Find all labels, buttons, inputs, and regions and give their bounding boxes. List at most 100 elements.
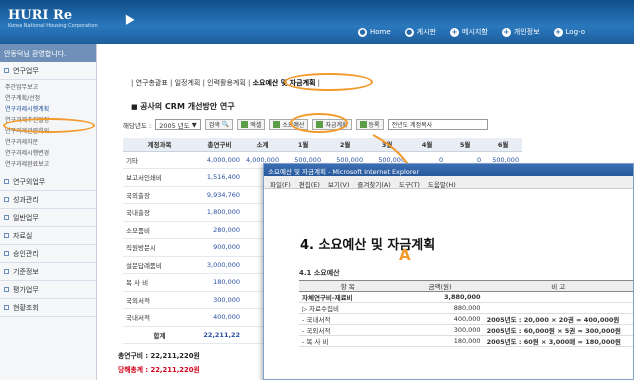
popup-column-header: 항 목	[299, 280, 397, 292]
popup-menu-item[interactable]: 파일(F)	[270, 179, 291, 189]
sidebar-item-3[interactable]: 일반업무	[0, 209, 96, 227]
square-bullet-icon	[4, 305, 9, 310]
popup-menu-item[interactable]: 편집(E)	[299, 179, 320, 189]
top-header: HURI Re Korea National Housing Corporati…	[0, 0, 634, 44]
table-cell[interactable]: 400,000	[196, 308, 243, 327]
popup-menu-item[interactable]: 즐겨찾기(A)	[357, 179, 390, 189]
table-cell[interactable]: 9,934,760	[196, 186, 243, 204]
excel-button[interactable]: 엑셀	[237, 119, 266, 130]
square-bullet-icon	[4, 251, 9, 256]
popup-subheading: 4.1 소요예산	[299, 269, 340, 277]
table-cell: 직원방문시	[123, 238, 196, 257]
nav-item-4[interactable]: + Log-o	[553, 27, 585, 37]
huri-logo[interactable]: HURI Re Korea National Housing Corporati…	[8, 8, 98, 29]
sidebar-item-label: 일반업무	[13, 213, 39, 222]
sidebar-item-label: 기준정보	[13, 267, 39, 276]
popup-table-cell	[483, 291, 633, 303]
popup-menu-item[interactable]: 도움말(H)	[428, 179, 456, 189]
popup-table-cell: 400,000	[396, 313, 484, 325]
square-bullet-icon	[4, 287, 9, 292]
sidebar-item-7[interactable]: 평가업무	[0, 281, 96, 299]
popup-table-cell: ▷ 자료수집비	[299, 302, 397, 314]
popup-column-header: 비 고	[483, 280, 633, 292]
popup-table-header: 항 목 금액(원) 비 고	[299, 280, 633, 292]
sidebar-subitem[interactable]: 연구과제완료보고	[5, 159, 96, 170]
search-button-label: 검색	[208, 122, 220, 129]
sidebar-item-8[interactable]: 현황조회	[0, 299, 96, 317]
excel-icon	[241, 121, 249, 128]
tab-list[interactable]: | 연구총괄표 | 일정계획 | 인력활용계획 |	[131, 79, 253, 87]
column-header: 계정과목	[123, 138, 196, 152]
popup-budget-table: 항 목 금액(원) 비 고 자체연구비-재료비 3,880,000 ▷ 자료수집비 880,…	[299, 280, 633, 347]
sidebar-menu: 연구업무 주간업무보고 연구계획/선정 연구과제시행계획 연구과제추진일정 연구과제관련회…	[0, 62, 96, 317]
table-cell[interactable]: 300,000	[196, 291, 243, 309]
column-header: 6월	[484, 138, 523, 152]
table-cell: 국외출장	[123, 186, 196, 204]
column-header: 1월	[282, 138, 325, 152]
square-bullet-icon	[4, 197, 9, 202]
sidebar-item-label: 평가업무	[13, 285, 39, 294]
table-cell[interactable]: 1,516,400	[196, 168, 243, 187]
table-cell: 기타	[123, 151, 196, 169]
table-cell: 국내출장	[123, 203, 196, 222]
sidebar-item-1[interactable]: 연구외업무	[0, 173, 96, 191]
year-select[interactable]: 2005 년도 ▼	[155, 119, 201, 130]
sidebar-subitem[interactable]: 주간업무보고	[5, 82, 96, 93]
column-header: 소계	[243, 138, 283, 152]
table-cell[interactable]: 22,211,22	[196, 326, 243, 344]
popup-table-cell: 180,000	[396, 335, 484, 347]
table-cell[interactable]: 900,000	[196, 238, 243, 257]
sidebar-item-5[interactable]: 승인관리	[0, 245, 96, 263]
register-button[interactable]: 등록	[355, 119, 384, 130]
copy-prev-year-button[interactable]: 전년도 계정복사	[387, 119, 488, 130]
popup-table-row: ▷ 자료수집비 880,000	[299, 302, 633, 314]
popup-menu-item[interactable]: 도구(T)	[399, 179, 420, 189]
sidebar-item-6[interactable]: 기준정보	[0, 263, 96, 281]
budget-icon	[273, 121, 281, 128]
sidebar-item-label: 현황조회	[13, 303, 39, 312]
nav-label: Log-o	[565, 28, 585, 36]
register-button-label: 등록	[368, 122, 380, 129]
table-cell[interactable]: 3,000,000	[196, 256, 243, 274]
nav-item-0[interactable]: ● Home	[358, 27, 391, 37]
nav-item-1[interactable]: ● 게시판	[404, 27, 436, 37]
table-cell: 국내서적	[123, 308, 196, 327]
sidebar-item-2[interactable]: 성과관리	[0, 191, 96, 209]
sidebar-item-0[interactable]: 연구업무	[0, 62, 96, 80]
popup-table-cell: - 국내서적	[299, 313, 397, 325]
column-header: 2월	[324, 138, 367, 152]
sidebar-subitem[interactable]: 연구계획/선정	[5, 93, 96, 104]
sidebar: 안동덕님 환영합니다. 연구업무 주간업무보고 연구계획/선정 연구과제시행계획 연구과…	[0, 44, 97, 380]
sidebar-item-label: 성과관리	[13, 195, 39, 204]
nav-icon: +	[553, 27, 563, 37]
year-select-value: 2005 년도	[159, 121, 190, 130]
square-bullet-icon	[4, 269, 9, 274]
logo-title: HURI Re	[8, 8, 73, 23]
sidebar-subitem[interactable]: 연구과제시행변경	[5, 148, 96, 159]
app-window: HURI Re Korea National Housing Corporati…	[0, 0, 634, 380]
logo-subtitle: Korea National Housing Corporation	[8, 23, 98, 29]
sidebar-subitem[interactable]: 연구과제자문	[5, 137, 96, 148]
nav-item-3[interactable]: + 개인정보	[501, 27, 540, 37]
popup-table-cell: 880,000	[396, 302, 484, 314]
popup-table-cell: - 복 사 비	[299, 335, 397, 347]
column-header: 3월	[366, 138, 409, 152]
table-cell[interactable]: 4,000,000	[196, 151, 243, 169]
nav-label: 게시판	[416, 28, 436, 36]
sidebar-subitem[interactable]: 연구과제시행계획	[5, 104, 96, 115]
table-cell: 소모품비	[123, 221, 196, 239]
nav-item-2[interactable]: + 메시지함	[450, 27, 488, 37]
table-cell[interactable]: 1,800,000	[196, 203, 243, 222]
search-button[interactable]: 검색 🔍	[204, 119, 234, 130]
table-cell: 국외서적	[123, 291, 196, 309]
table-cell: 복 사 비	[123, 273, 196, 292]
popup-body: 4. 소요예산 및 자금계획 4.1 소요예산 항 목 금액(원) 비 고 자체연구비…	[264, 189, 633, 379]
table-cell[interactable]: 180,000	[196, 273, 243, 292]
table-cell[interactable]: 280,000	[196, 221, 243, 239]
sidebar-item-4[interactable]: 자료실	[0, 227, 96, 245]
year-label: 해당년도 :	[123, 121, 152, 130]
popup-menu-item[interactable]: 보기(V)	[328, 179, 349, 189]
nav-icon: ●	[358, 27, 367, 37]
nav-label: Home	[370, 28, 391, 36]
popup-column-header: 금액(원)	[396, 280, 484, 292]
